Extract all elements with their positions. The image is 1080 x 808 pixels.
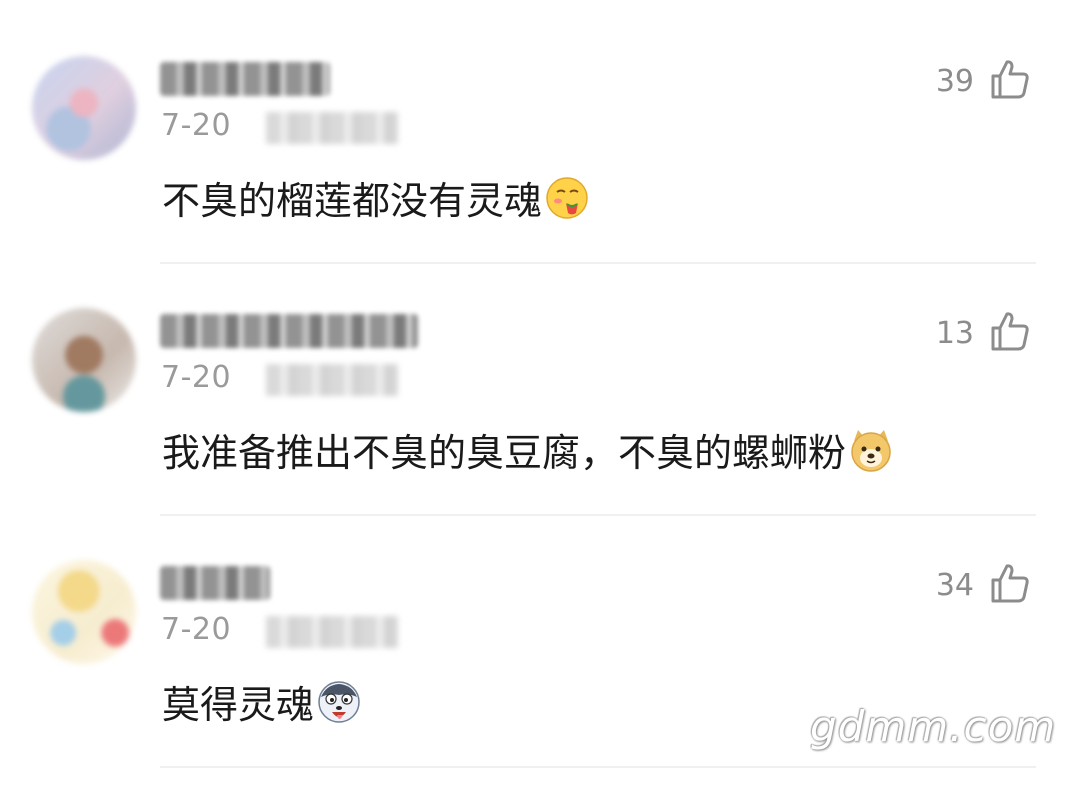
- location-blurred: [266, 112, 398, 144]
- avatar[interactable]: [32, 56, 136, 160]
- username-blurred[interactable]: [160, 62, 330, 96]
- like-count: 34: [935, 568, 974, 603]
- comment-item: 7-20 34 莫得灵魂: [0, 556, 1080, 808]
- watermark: gdmm.com: [810, 702, 1057, 751]
- divider: [160, 262, 1036, 264]
- comment-date: 7-20: [161, 108, 232, 143]
- yum-face-emoji: [546, 176, 588, 219]
- username-blurred[interactable]: [160, 566, 270, 600]
- avatar[interactable]: [32, 308, 136, 412]
- comment-text-row: 不臭的榴莲都没有灵魂: [162, 170, 590, 225]
- comment-text: 莫得灵魂: [162, 683, 315, 727]
- comment-text-row: 莫得灵魂: [162, 674, 362, 729]
- divider: [160, 514, 1036, 516]
- like-count: 13: [935, 316, 974, 351]
- comment-date: 7-20: [161, 612, 232, 647]
- comment-date: 7-20: [161, 360, 232, 395]
- location-blurred: [266, 364, 398, 396]
- divider: [160, 766, 1036, 768]
- comment-item: 7-20 13 我准备推出不臭的臭豆腐，不臭的螺蛳粉: [0, 304, 1080, 556]
- doge-emoji: [851, 429, 891, 472]
- comment-item: 7-20 39 不臭的榴莲都没有灵魂: [0, 52, 1080, 304]
- like-count: 39: [935, 64, 974, 99]
- location-blurred: [266, 616, 398, 648]
- comment-text-row: 我准备推出不臭的臭豆腐，不臭的螺蛳粉: [162, 422, 894, 477]
- comment-text: 我准备推出不臭的臭豆腐，不臭的螺蛳粉: [162, 431, 847, 475]
- husky-emoji: [318, 680, 360, 723]
- thumbs-up-icon[interactable]: [990, 562, 1030, 604]
- username-blurred[interactable]: [160, 314, 418, 348]
- avatar[interactable]: [32, 560, 136, 664]
- comment-text: 不臭的榴莲都没有灵魂: [162, 179, 543, 223]
- thumbs-up-icon[interactable]: [990, 58, 1030, 100]
- thumbs-up-icon[interactable]: [990, 310, 1030, 352]
